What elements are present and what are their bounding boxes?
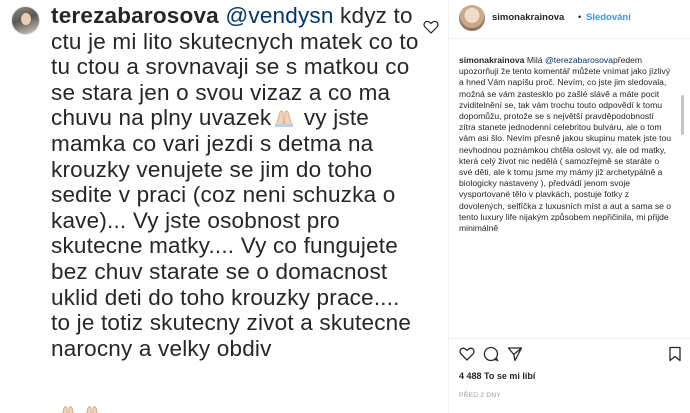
author-username[interactable]: simonakrainova bbox=[492, 12, 564, 23]
post-date: PŘED 2 DNY bbox=[459, 392, 502, 399]
comment-icon[interactable] bbox=[483, 346, 499, 362]
caption-mention[interactable]: @terezabarosova bbox=[545, 55, 613, 65]
share-icon[interactable] bbox=[507, 346, 523, 362]
scrollbar[interactable] bbox=[681, 95, 684, 135]
header-separator: • bbox=[578, 12, 582, 23]
commenter-avatar[interactable] bbox=[11, 6, 40, 35]
folded-hands-icon bbox=[62, 406, 98, 413]
zoomed-comment-panel: terezabarosova @vendysn kdyz to ctu je m… bbox=[0, 0, 448, 413]
author-avatar[interactable] bbox=[459, 5, 485, 31]
instagram-post-panel: simonakrainova • Sledováni simonakrainov… bbox=[448, 0, 690, 413]
post-caption-area[interactable]: simonakrainova Milá @terezabarosovapřede… bbox=[449, 39, 690, 329]
caption-username[interactable]: simonakrainova bbox=[459, 55, 524, 65]
heart-icon[interactable] bbox=[459, 346, 475, 362]
caption-lead: Milá bbox=[524, 55, 543, 65]
folded-hands-icon bbox=[271, 107, 297, 128]
avatar-image bbox=[459, 5, 485, 31]
post-header: simonakrainova • Sledováni bbox=[449, 0, 690, 39]
post-actions bbox=[449, 338, 690, 365]
comment-body-continued: vy jste mamka co vari jezdi s detma na k… bbox=[51, 105, 412, 361]
commenter-username[interactable]: terezabarosova bbox=[51, 3, 219, 28]
likes-count[interactable]: 4 488 To se mi líbí bbox=[459, 371, 535, 381]
caption-text: předem upozorňuji že tento komentář může… bbox=[459, 55, 672, 234]
comment-mention[interactable]: @vendysn bbox=[225, 3, 333, 28]
avatar-face bbox=[21, 13, 31, 25]
bookmark-icon[interactable] bbox=[667, 346, 683, 362]
comment-text: terezabarosova @vendysn kdyz to ctu je m… bbox=[51, 3, 421, 361]
follow-button[interactable]: Sledováni bbox=[586, 12, 631, 23]
post-caption: simonakrainova Milá @terezabarosovapřede… bbox=[459, 55, 673, 234]
heart-icon[interactable] bbox=[423, 20, 439, 34]
